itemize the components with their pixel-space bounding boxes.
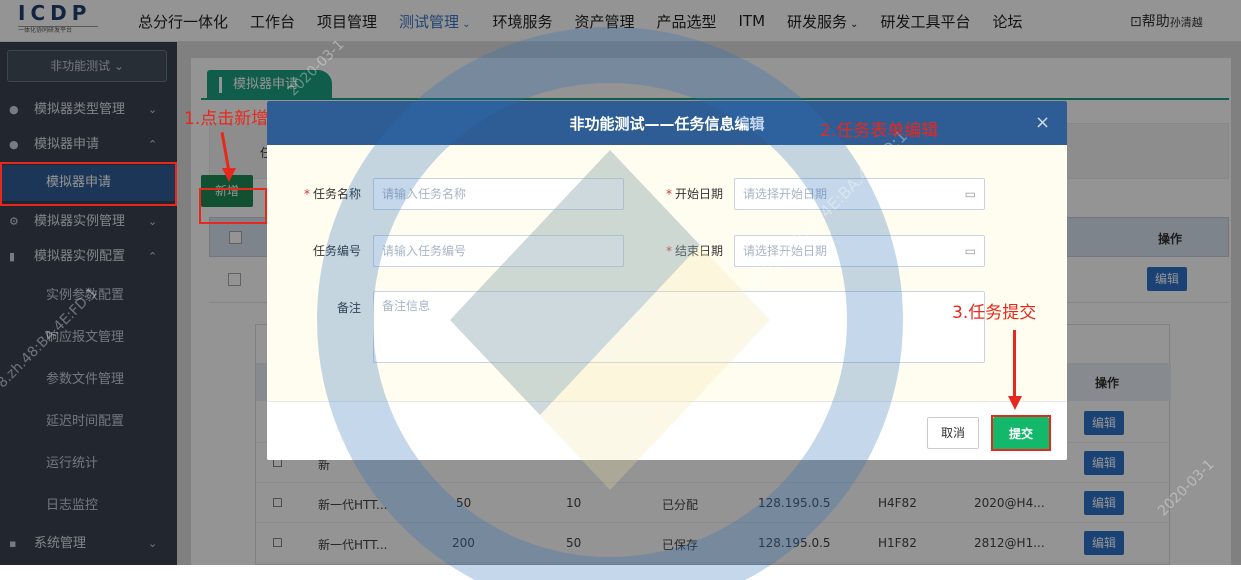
- start-date-label: * 开始日期: [643, 185, 723, 202]
- task-no-label: 任务编号: [312, 244, 361, 258]
- remark-textarea[interactable]: 备注信息: [373, 291, 985, 363]
- task-no-input[interactable]: 请输入任务编号: [373, 235, 624, 267]
- calendar-icon: ▭: [964, 244, 976, 258]
- arrow-head-step1: [222, 168, 236, 182]
- annotation-step1: 1.点击新增: [184, 109, 269, 129]
- required-mark: *: [665, 187, 672, 201]
- required-mark: *: [303, 187, 310, 201]
- annotation-step2: 2.任务表单编辑: [820, 121, 939, 141]
- task-name-input[interactable]: 请输入任务名称: [373, 178, 624, 210]
- task-name-label: * 任务名称: [281, 185, 361, 202]
- dialog-header: 非功能测试——任务信息编辑 ×: [267, 101, 1067, 145]
- highlight-submit-button: [991, 415, 1051, 451]
- calendar-icon: ▭: [964, 187, 976, 201]
- dialog-title: 非功能测试——任务信息编辑: [569, 115, 765, 133]
- dialog-body: * 任务名称 请输入任务名称 * 开始日期 请选择开始日期 ▭ 任务编号 请输入任务编…: [267, 145, 1067, 401]
- start-date-placeholder: 请选择开始日期: [743, 187, 828, 201]
- highlight-add-button: [199, 188, 267, 224]
- highlight-sidebar-apply: [0, 162, 177, 206]
- end-date-label: * 结束日期: [643, 242, 723, 259]
- task-edit-dialog: 非功能测试——任务信息编辑 × * 任务名称 请输入任务名称 * 开始日期 请选择开…: [267, 101, 1067, 460]
- arrow-head-step3: [1008, 396, 1022, 410]
- annotation-step3: 3.任务提交: [952, 303, 1037, 323]
- start-date-label-text: 开始日期: [674, 187, 723, 201]
- arrow-step3: [1013, 330, 1016, 396]
- dialog-footer: 取消 提交: [267, 401, 1067, 460]
- cancel-button[interactable]: 取消: [927, 417, 979, 449]
- end-date-label-text: 结束日期: [674, 244, 723, 258]
- remark-label: 备注: [336, 301, 361, 315]
- close-icon[interactable]: ×: [1035, 112, 1050, 133]
- task-name-label-text: 任务名称: [312, 187, 361, 201]
- required-mark: *: [665, 244, 672, 258]
